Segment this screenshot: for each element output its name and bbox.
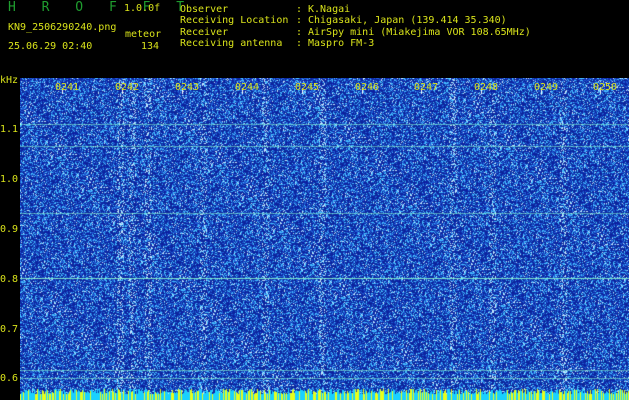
time-label: 0246 [355, 82, 380, 93]
meta-value-location: Chigasaki, Japan (139.414 35.340) [308, 15, 507, 26]
detection-mode: meteor [125, 29, 162, 40]
event-count: 134 [141, 41, 160, 52]
time-label: 0242 [115, 82, 140, 93]
time-label: 0249 [534, 82, 559, 93]
app-brand: H R O F F T [8, 0, 194, 15]
meta-sep: : [296, 4, 303, 15]
y-tick-label: 1.1 [0, 124, 19, 135]
y-tick-label: 0.8 [0, 274, 19, 285]
time-label: 0247 [414, 82, 439, 93]
meta-value-observer: K.Nagai [308, 4, 351, 15]
meta-sep: : [296, 38, 303, 49]
time-label: 0245 [295, 82, 320, 93]
meta-sep: : [296, 27, 303, 38]
time-label: 0244 [235, 82, 260, 93]
y-axis-unit: kHz [0, 75, 19, 86]
meta-sep: : [296, 15, 303, 26]
meta-label-receiver: Receiver [180, 27, 229, 38]
y-tick-label: 0.7 [0, 324, 19, 335]
y-tick-label: 0.6 [0, 373, 19, 384]
y-tick-label: 0.9 [0, 224, 19, 235]
app-version: 1.0.0f [124, 3, 161, 14]
meta-value-antenna: Maspro FM-3 [308, 38, 375, 49]
date-time: 25.06.29 02:40 [8, 41, 93, 52]
time-label: 0250 [593, 82, 618, 93]
meta-label-location: Receiving Location [180, 15, 289, 26]
header-panel: H R O F F T 1.0.0f KN9_2506290240.png me… [0, 0, 629, 78]
time-label: 0241 [55, 82, 80, 93]
file-name: KN9_2506290240.png [8, 22, 117, 33]
meta-label-observer: Observer [180, 4, 229, 15]
meta-value-receiver: AirSpy mini (Miakejima VOR 108.65MHz) [308, 27, 531, 38]
meta-label-antenna: Receiving antenna [180, 38, 283, 49]
time-label: 0243 [175, 82, 200, 93]
spectrogram-canvas [20, 78, 629, 400]
time-label: 0248 [474, 82, 499, 93]
y-tick-label: 1.0 [0, 174, 19, 185]
